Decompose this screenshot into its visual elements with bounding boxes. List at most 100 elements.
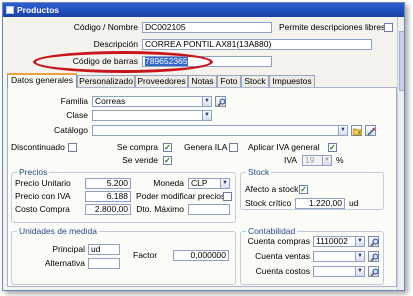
unit-price-label: Precio Unitario <box>15 178 71 188</box>
products-window: Productos Código / Nombre DC002105 Permi… <box>2 2 405 291</box>
dropdown-arrow-icon: ▼ <box>220 179 229 188</box>
principal-unit-input[interactable]: ud <box>88 244 120 255</box>
dropdown-arrow-icon: ▼ <box>322 156 331 165</box>
tab-panel-datos-generales: Familia Correas ▼ Clase ▼ Catálogo ▼ Dis… <box>7 87 397 287</box>
percent-label: % <box>336 155 344 165</box>
purchase-account-select[interactable]: 1110002 ▼ <box>313 236 365 247</box>
free-descriptions-checkbox[interactable] <box>384 23 393 32</box>
sold-checkbox[interactable]: ✓ <box>163 156 172 165</box>
affects-stock-label: Afecto a stock <box>245 184 299 194</box>
code-label: Código / Nombre <box>73 22 138 32</box>
affects-stock-checkbox[interactable]: ✓ <box>299 185 308 194</box>
checkmark-icon: ✓ <box>329 143 336 152</box>
currency-select[interactable]: CLP ▼ <box>188 178 230 189</box>
tab-impuestos[interactable]: Impuestos <box>269 75 315 87</box>
critical-stock-unit: ud <box>349 198 359 208</box>
tab-stock[interactable]: Stock <box>241 75 269 87</box>
discontinued-label: Discontinuado <box>11 142 65 152</box>
highlight-ellipse <box>33 51 213 73</box>
price-iva-label: Precio con IVA <box>15 191 71 201</box>
units-group-title: Unidades de medida <box>17 226 99 236</box>
max-discount-input[interactable] <box>188 204 230 215</box>
max-discount-label: Dto. Máximo <box>136 204 184 214</box>
dropdown-arrow-icon: ▼ <box>355 267 364 276</box>
modify-prices-checkbox[interactable] <box>223 192 232 201</box>
folder-icon <box>353 128 362 136</box>
iva-select[interactable]: 19 ▼ <box>302 155 332 166</box>
search-icon <box>370 238 379 247</box>
title-bar: Productos <box>3 3 404 17</box>
family-search-button[interactable] <box>215 96 226 107</box>
family-select[interactable]: Correas ▼ <box>92 96 212 107</box>
sold-label: Se vende <box>122 155 158 165</box>
costs-account-select[interactable]: ▼ <box>313 266 365 277</box>
catalog-folder-button[interactable] <box>351 125 362 136</box>
alternative-unit-input[interactable] <box>88 258 120 269</box>
prices-group-title: Precios <box>17 167 50 177</box>
principal-unit-label: Principal <box>52 244 85 254</box>
sales-account-select[interactable]: ▼ <box>313 251 365 262</box>
checkmark-icon: ✓ <box>164 156 171 165</box>
class-select[interactable]: ▼ <box>92 110 212 121</box>
ila-label: Genera ILA <box>184 142 228 152</box>
sales-account-search-button[interactable] <box>368 251 379 262</box>
cost-input[interactable]: 2.800,00 <box>85 204 131 215</box>
cost-label: Costo Compra <box>15 204 70 214</box>
family-label: Familia <box>60 96 88 106</box>
catalog-label: Catálogo <box>53 125 88 135</box>
iva-label: IVA <box>284 155 298 165</box>
tab-notas[interactable]: Notas <box>188 75 217 87</box>
window-title: Productos <box>17 5 60 15</box>
search-icon <box>370 253 379 262</box>
search-icon <box>217 98 226 107</box>
checkmark-icon: ✓ <box>164 143 171 152</box>
search-icon <box>370 268 379 277</box>
family-value: Correas <box>95 96 126 106</box>
catalog-edit-button[interactable] <box>365 125 376 136</box>
vertical-scrollbar[interactable] <box>397 17 404 290</box>
tab-datos-generales[interactable]: Datos generales <box>7 73 77 88</box>
purchase-account-value: 1110002 <box>316 236 348 246</box>
factor-input[interactable]: 0,000000 <box>173 250 229 261</box>
factor-label: Factor <box>133 250 158 260</box>
bought-checkbox[interactable]: ✓ <box>163 143 172 152</box>
checkmark-icon: ✓ <box>300 185 307 194</box>
free-descriptions-label: Permite descripciones libres <box>279 22 386 32</box>
dropdown-arrow-icon: ▼ <box>202 111 211 120</box>
dropdown-arrow-icon: ▼ <box>355 237 364 246</box>
window-icon <box>6 6 14 14</box>
dropdown-arrow-icon: ▼ <box>355 252 364 261</box>
class-label: Clase <box>66 110 88 120</box>
description-input[interactable]: CORREA PONTIL AX81(13A880) <box>142 39 372 50</box>
tab-personalizado[interactable]: Personalizado <box>77 75 135 87</box>
price-iva-input[interactable]: 6.188 <box>85 191 131 202</box>
description-label: Descripción <box>93 39 138 49</box>
critical-stock-input[interactable]: 1.220,00 <box>295 198 345 209</box>
currency-label: Moneda <box>153 178 184 188</box>
tab-proveedores[interactable]: Proveedores <box>135 75 188 87</box>
dropdown-arrow-icon: ▼ <box>338 126 347 135</box>
purchase-account-search-button[interactable] <box>368 236 379 247</box>
discontinued-checkbox[interactable] <box>68 143 77 152</box>
costs-account-search-button[interactable] <box>368 266 379 277</box>
sales-account-label: Cuenta ventas <box>255 251 310 261</box>
modify-prices-label: Poder modificar precios <box>136 191 226 201</box>
iva-general-label: Aplicar IVA general <box>248 142 320 152</box>
stock-group-title: Stock <box>246 167 272 177</box>
alternative-unit-label: Alternativa <box>44 258 85 268</box>
accounting-group-title: Contabilidad <box>246 226 298 236</box>
costs-account-label: Cuenta costos <box>255 266 310 276</box>
unit-price-input[interactable]: 5.200 <box>85 178 131 189</box>
iva-value: 19 <box>305 155 315 165</box>
scrollbar-thumb[interactable] <box>399 31 404 91</box>
bought-label: Se compra <box>116 142 158 152</box>
edit-icon <box>367 127 376 136</box>
code-input[interactable]: DC002105 <box>142 22 272 33</box>
iva-general-checkbox[interactable]: ✓ <box>328 143 337 152</box>
currency-value: CLP <box>191 178 208 188</box>
catalog-select[interactable]: ▼ <box>92 125 348 136</box>
tab-foto[interactable]: Foto <box>217 75 241 87</box>
dropdown-arrow-icon: ▼ <box>202 97 211 106</box>
ila-checkbox[interactable] <box>229 143 238 152</box>
critical-stock-label: Stock crítico <box>245 198 292 208</box>
